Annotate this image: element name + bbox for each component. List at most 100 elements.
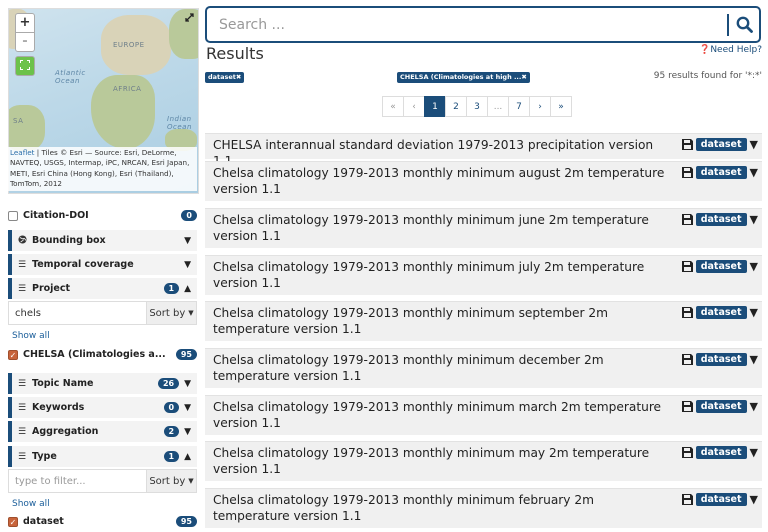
result-title[interactable]: Chelsa climatology 1979-2013 monthly min…: [213, 493, 673, 524]
facet-label: Bounding box: [32, 235, 106, 246]
page-7-button[interactable]: 7: [508, 96, 530, 117]
map-label-atlantic: Atlantic Ocean: [55, 69, 86, 85]
result-title[interactable]: Chelsa climatology 1979-2013 monthly min…: [213, 213, 673, 244]
result-item[interactable]: Chelsa climatology 1979-2013 monthly min…: [205, 395, 762, 435]
page-first-button[interactable]: «: [382, 96, 404, 117]
caret-up-icon: ▲: [184, 451, 191, 462]
project-filter-input[interactable]: [9, 302, 146, 324]
result-title[interactable]: Chelsa climatology 1979-2013 monthly min…: [213, 353, 673, 384]
caret-down-icon[interactable]: ▼: [750, 138, 758, 151]
caret-down-icon[interactable]: ▼: [750, 446, 758, 459]
save-icon[interactable]: [681, 261, 693, 272]
caret-down-icon: ▼: [188, 309, 194, 317]
caret-down-icon: ▼: [188, 477, 194, 485]
caret-down-icon[interactable]: ▼: [750, 213, 758, 226]
draw-bbox-button[interactable]: [15, 56, 35, 76]
leaflet-link[interactable]: Leaflet: [10, 148, 34, 157]
results-title: Results: [206, 44, 264, 63]
caret-down-icon[interactable]: ▼: [750, 493, 758, 506]
result-item[interactable]: Chelsa climatology 1979-2013 monthly min…: [205, 161, 762, 201]
result-actions: dataset ▼: [681, 306, 758, 319]
result-title[interactable]: Chelsa climatology 1979-2013 monthly min…: [213, 260, 673, 291]
active-filter-chip-dataset[interactable]: dataset✖: [205, 72, 245, 83]
list-icon: ☰: [18, 259, 27, 270]
save-icon[interactable]: [681, 354, 693, 365]
page-last-button[interactable]: »: [550, 96, 572, 117]
checkbox-checked-icon[interactable]: ✓: [8, 349, 18, 360]
need-help-link[interactable]: ❓Need Help?: [699, 45, 762, 55]
result-item[interactable]: Chelsa climatology 1979-2013 monthly min…: [205, 301, 762, 341]
expand-map-icon[interactable]: [185, 13, 194, 25]
zoom-in-button[interactable]: +: [15, 13, 35, 33]
caret-down-icon[interactable]: ▼: [750, 400, 758, 413]
sort-label: Sort by: [149, 307, 186, 319]
selected-project-label: CHELSA (Climatologies a...: [23, 349, 166, 360]
result-item[interactable]: Chelsa climatology 1979-2013 monthly min…: [205, 348, 762, 388]
caret-down-icon[interactable]: ▼: [750, 260, 758, 273]
result-title[interactable]: Chelsa climatology 1979-2013 monthly min…: [213, 166, 673, 197]
citation-doi-checkbox[interactable]: [8, 210, 18, 221]
page-1-button[interactable]: 1: [424, 96, 446, 117]
result-item[interactable]: Chelsa climatology 1979-2013 monthly min…: [205, 488, 762, 528]
type-selected-item[interactable]: ✓ dataset 95: [8, 511, 197, 532]
result-title[interactable]: Chelsa climatology 1979-2013 monthly min…: [213, 400, 673, 431]
facet-keywords[interactable]: ☰ Keywords 0 ▼: [8, 397, 197, 418]
list-icon: ☰: [18, 402, 27, 413]
project-show-all-link[interactable]: Show all: [12, 331, 50, 341]
result-actions: dataset ▼: [681, 213, 758, 226]
facet-bounding-box[interactable]: Bounding box ▼: [8, 230, 197, 251]
zoom-out-button[interactable]: -: [15, 32, 35, 52]
page-2-button[interactable]: 2: [445, 96, 467, 117]
page-3-button[interactable]: 3: [466, 96, 488, 117]
facet-count-badge: 2: [163, 426, 180, 437]
active-filter-chip-project[interactable]: CHELSA (Climatologies at high ...✖: [397, 72, 530, 83]
checkbox-checked-icon[interactable]: ✓: [8, 516, 18, 527]
save-icon[interactable]: [681, 447, 693, 458]
project-sort-button[interactable]: Sort by ▼: [146, 302, 196, 324]
facet-count-badge: 26: [157, 378, 180, 389]
facet-count-badge: 95: [175, 349, 197, 360]
save-icon[interactable]: [681, 139, 693, 150]
facet-temporal-coverage[interactable]: ☰ Temporal coverage ▼: [8, 254, 197, 275]
facet-topic-name[interactable]: ☰ Topic Name 26 ▼: [8, 373, 197, 394]
facet-count-badge: 0: [181, 210, 197, 221]
map-label-indian: Indian Ocean: [167, 115, 192, 131]
search-button[interactable]: [729, 16, 759, 33]
result-item[interactable]: Chelsa climatology 1979-2013 monthly min…: [205, 208, 762, 248]
result-item[interactable]: CHELSA interannual standard deviation 19…: [205, 133, 762, 168]
attribution-text: | Tiles © Esri — Source: Esri, DeLorme, …: [10, 148, 190, 189]
remove-chip-icon[interactable]: ✖: [236, 73, 241, 81]
type-filter: Sort by▼: [8, 469, 197, 493]
type-show-all-link[interactable]: Show all: [12, 499, 50, 509]
facet-citation-doi[interactable]: Citation-DOI 0: [8, 205, 197, 226]
result-type-tag: dataset: [695, 446, 747, 459]
page-next-button[interactable]: ›: [529, 96, 551, 117]
search-input[interactable]: [207, 9, 727, 40]
facet-project[interactable]: ☰ Project 1 ▲: [8, 278, 197, 299]
result-item[interactable]: Chelsa climatology 1979-2013 monthly min…: [205, 441, 762, 481]
result-title[interactable]: Chelsa climatology 1979-2013 monthly min…: [213, 306, 673, 337]
caret-down-icon[interactable]: ▼: [750, 353, 758, 366]
result-item[interactable]: Chelsa climatology 1979-2013 monthly min…: [205, 255, 762, 295]
result-type-tag: dataset: [695, 213, 747, 226]
facet-type[interactable]: ☰ Type 1 ▲: [8, 446, 197, 467]
project-selected-item[interactable]: ✓ CHELSA (Climatologies a... 95: [8, 344, 197, 365]
type-sort-button[interactable]: Sort by ▼: [146, 470, 196, 492]
facet-label: Citation-DOI: [23, 210, 89, 221]
result-title[interactable]: Chelsa climatology 1979-2013 monthly min…: [213, 446, 673, 477]
caret-down-icon[interactable]: ▼: [750, 166, 758, 179]
save-icon[interactable]: [681, 494, 693, 505]
caret-down-icon[interactable]: ▼: [750, 306, 758, 319]
save-icon[interactable]: [681, 214, 693, 225]
facet-aggregation[interactable]: ☰ Aggregation 2 ▼: [8, 421, 197, 442]
remove-chip-icon[interactable]: ✖: [521, 73, 526, 81]
page-prev-button[interactable]: ‹: [403, 96, 425, 117]
list-icon: ☰: [18, 451, 27, 462]
chip-label: dataset: [208, 73, 236, 81]
result-actions: dataset ▼: [681, 353, 758, 366]
search-bar: [205, 6, 761, 43]
save-icon[interactable]: [681, 401, 693, 412]
save-icon[interactable]: [681, 167, 693, 178]
save-icon[interactable]: [681, 307, 693, 318]
type-filter-input[interactable]: [9, 470, 146, 492]
